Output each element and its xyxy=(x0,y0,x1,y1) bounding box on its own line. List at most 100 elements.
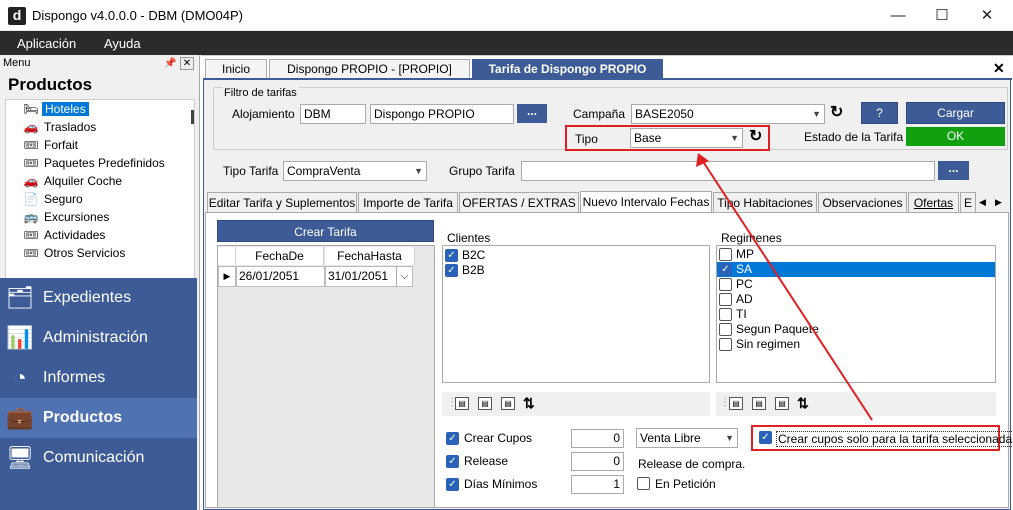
invert-selection-icon[interactable]: ▤ xyxy=(501,397,515,410)
minimize-button[interactable]: — xyxy=(875,0,921,31)
checkbox-sa[interactable]: ✓ xyxy=(719,263,732,276)
checkbox-ad[interactable] xyxy=(719,293,732,306)
campana-combo[interactable]: BASE2050 ▼ xyxy=(631,104,825,124)
car-icon: 🚗 xyxy=(23,174,39,188)
menu-aplicacion[interactable]: Aplicación xyxy=(17,36,76,51)
release-field[interactable]: 0 xyxy=(571,452,624,471)
subtab-nuevo-intervalo[interactable]: Nuevo Intervalo Fechas xyxy=(580,191,712,213)
tree-scrollbar[interactable] xyxy=(191,110,194,124)
checkbox-b2c[interactable]: ✓ xyxy=(445,249,458,262)
subtab-importe[interactable]: Importe de Tarifa xyxy=(358,192,458,213)
help-button[interactable]: ? xyxy=(861,102,898,124)
invert-selection-icon[interactable]: ▤ xyxy=(775,397,789,410)
nav-administracion[interactable]: 📊 Administración xyxy=(0,318,197,358)
uncheck-all-icon[interactable]: ▤ xyxy=(752,397,766,410)
tab-tarifa[interactable]: Tarifa de Dispongo PROPIO xyxy=(472,59,663,79)
dias-minimos-checkbox[interactable]: ✓ xyxy=(446,478,459,491)
ticket-icon: 🎟 xyxy=(23,156,39,170)
checkbox-mp[interactable] xyxy=(719,248,732,261)
release-checkbox[interactable]: ✓ xyxy=(446,455,459,468)
grid-cell-fechahasta[interactable]: 31/01/2051 ⌵ xyxy=(325,266,413,287)
tree-item-excursiones[interactable]: 🚌 Excursiones xyxy=(6,208,176,226)
checkbox-sin-regimen[interactable] xyxy=(719,338,732,351)
nav-expedientes[interactable]: 🗂 Expedientes xyxy=(0,278,197,318)
tree-item-label: Hoteles xyxy=(42,102,89,116)
tipo-combo[interactable]: Base ▼ xyxy=(630,128,743,148)
maximize-button[interactable]: ☐ xyxy=(919,0,965,31)
subtab-more[interactable]: E xyxy=(960,192,976,213)
tab-dispongo-propio[interactable]: Dispongo PROPIO - [PROPIO] xyxy=(269,59,470,79)
regimen-pc[interactable]: PC xyxy=(717,277,995,292)
crear-cupos-tarifa-label: Crear cupos solo para la tarifa seleccio… xyxy=(776,431,1013,447)
dias-minimos-field[interactable]: 1 xyxy=(571,475,624,494)
menu-ayuda[interactable]: Ayuda xyxy=(104,36,141,51)
tree-item-actividades[interactable]: 🎟 Actividades xyxy=(6,226,176,244)
close-menu-icon[interactable]: ✕ xyxy=(180,57,194,70)
close-window-button[interactable]: ✕ xyxy=(964,0,1010,31)
tree-item-hoteles[interactable]: 🛏 Hoteles xyxy=(6,100,176,118)
regimen-segun-paquete[interactable]: Segun Paquete xyxy=(717,322,995,337)
sort-icon[interactable]: ⇅ xyxy=(523,395,535,412)
refresh-tipo-icon[interactable]: ↻ xyxy=(749,128,762,146)
regimen-sa[interactable]: ✓ SA xyxy=(717,262,995,277)
cliente-b2c[interactable]: ✓ B2C xyxy=(443,248,709,263)
alojamiento-lookup-button[interactable]: ... xyxy=(517,104,547,123)
refresh-campana-icon[interactable]: ↻ xyxy=(830,104,843,122)
check-all-icon[interactable]: ▤ xyxy=(455,397,469,410)
tree-item-otros-servicios[interactable]: 🎟 Otros Servicios xyxy=(6,244,176,262)
checkbox-b2b[interactable]: ✓ xyxy=(445,264,458,277)
car-icon: 🚗 xyxy=(23,120,39,134)
subtab-tipo-habitaciones[interactable]: Tipo Habitaciones xyxy=(713,192,817,213)
regimen-ti[interactable]: TI xyxy=(717,307,995,322)
subtab-ofertas-extras[interactable]: OFERTAS / EXTRAS xyxy=(459,192,579,213)
alojamiento-code-field[interactable]: DBM xyxy=(300,104,366,124)
checkbox-ti[interactable] xyxy=(719,308,732,321)
grid-cell-fechade[interactable]: 26/01/2051 xyxy=(236,266,325,287)
regimen-label: PC xyxy=(736,277,753,291)
cliente-label: B2C xyxy=(462,248,486,262)
close-tab-icon[interactable]: ✕ xyxy=(993,60,1005,77)
check-all-icon[interactable]: ▤ xyxy=(729,397,743,410)
subtab-observaciones[interactable]: Observaciones xyxy=(818,192,907,213)
scroll-right-icon[interactable]: ▶ xyxy=(995,197,1002,208)
tipo-tarifa-combo[interactable]: CompraVenta ▼ xyxy=(283,161,427,181)
row-indicator-icon: ▶ xyxy=(218,266,236,287)
chevron-down-icon[interactable]: ⌵ xyxy=(396,267,412,286)
crear-cupos-checkbox[interactable]: ✓ xyxy=(446,432,459,445)
en-peticion-checkbox[interactable] xyxy=(637,477,650,490)
alojamiento-name-field[interactable]: Dispongo PROPIO xyxy=(370,104,514,124)
tree-item-seguro[interactable]: 📄 Seguro xyxy=(6,190,176,208)
crear-cupos-field[interactable]: 0 xyxy=(571,429,624,448)
tab-inicio[interactable]: Inicio xyxy=(205,59,267,79)
crear-cupos-tarifa-checkbox[interactable]: ✓ xyxy=(759,431,772,444)
fechahasta-value: 31/01/2051 xyxy=(328,269,389,283)
regimen-label: MP xyxy=(736,247,754,261)
grupo-tarifa-lookup-button[interactable]: ... xyxy=(938,161,969,180)
regimen-sin-regimen[interactable]: Sin regimen xyxy=(717,337,995,352)
cargar-button[interactable]: Cargar xyxy=(906,102,1005,124)
nav-informes[interactable]: ◔ Informes xyxy=(0,358,197,398)
scroll-left-icon[interactable]: ◀ xyxy=(979,197,986,208)
regimen-ad[interactable]: AD xyxy=(717,292,995,307)
cliente-b2b[interactable]: ✓ B2B xyxy=(443,263,709,278)
grupo-tarifa-field[interactable] xyxy=(521,161,935,181)
tree-item-paquetes[interactable]: 🎟 Paquetes Predefinidos xyxy=(6,154,176,172)
checkbox-pc[interactable] xyxy=(719,278,732,291)
regimen-mp[interactable]: MP xyxy=(717,247,995,262)
tree-item-traslados[interactable]: 🚗 Traslados xyxy=(6,118,176,136)
nav-productos[interactable]: 💼 Productos xyxy=(0,398,197,438)
pin-icon[interactable]: 📌 xyxy=(164,58,176,70)
tree-item-label: Forfait xyxy=(44,138,79,152)
tree-item-alquiler-coche[interactable]: 🚗 Alquiler Coche xyxy=(6,172,176,190)
tipo-label: Tipo xyxy=(575,132,598,146)
uncheck-all-icon[interactable]: ▤ xyxy=(478,397,492,410)
crear-tarifa-button[interactable]: Crear Tarifa xyxy=(217,220,434,242)
sort-icon[interactable]: ⇅ xyxy=(797,395,809,412)
venta-libre-combo[interactable]: Venta Libre ▼ xyxy=(636,428,738,448)
checkbox-segun-paquete[interactable] xyxy=(719,323,732,336)
subtab-ofertas[interactable]: Ofertas xyxy=(908,192,959,213)
grid-header-fechade: FechaDe xyxy=(236,247,324,265)
nav-comunicacion[interactable]: 🖥 Comunicación xyxy=(0,438,197,510)
tree-item-forfait[interactable]: 🎟 Forfait xyxy=(6,136,176,154)
subtab-editar-tarifa[interactable]: Editar Tarifa y Suplementos xyxy=(207,192,357,213)
